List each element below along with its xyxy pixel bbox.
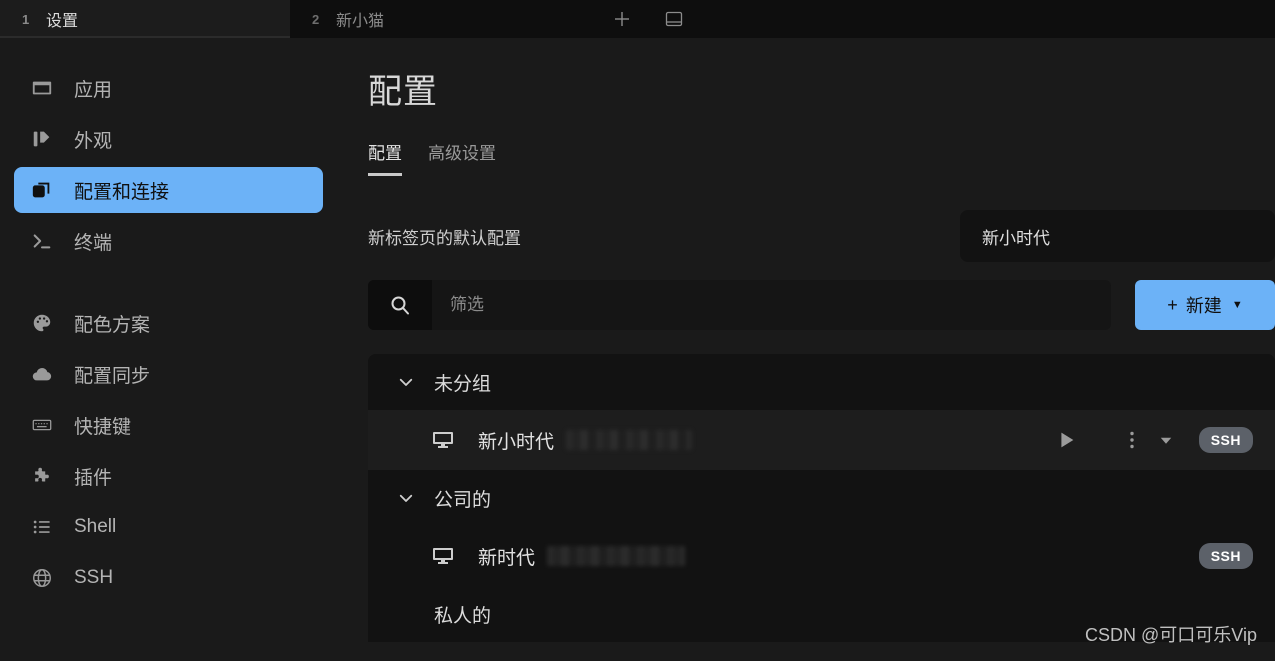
sidebar-item-config-sync[interactable]: 配置同步 xyxy=(14,351,323,397)
window-icon xyxy=(30,76,54,100)
sidebar-divider xyxy=(0,269,337,295)
sidebar-item-label: 配色方案 xyxy=(74,314,151,336)
chevron-down-icon xyxy=(396,372,416,392)
sidebar-item-label: 配置和连接 xyxy=(74,181,170,203)
sidebar-item-label: 配置同步 xyxy=(74,365,151,387)
sidebar-item-hotkeys[interactable]: 快捷键 xyxy=(14,402,323,448)
redacted-detail xyxy=(547,546,686,566)
sidebar-item-color-scheme[interactable]: 配色方案 xyxy=(14,300,323,346)
sidebar-item-terminal[interactable]: 终端 xyxy=(14,218,323,264)
profile-group-header[interactable]: 未分组 xyxy=(368,354,1275,410)
play-icon[interactable] xyxy=(1053,427,1079,453)
status-badge: SSH xyxy=(1198,427,1253,453)
page-title: 配置 xyxy=(368,73,438,111)
sidebar-item-profiles-and-connections[interactable]: 配置和连接 xyxy=(14,167,323,213)
plus-icon[interactable] xyxy=(610,7,634,31)
default-profile-label: 新标签页的默认配置 xyxy=(368,228,521,248)
default-profile-value: 新小时代 xyxy=(982,228,1050,248)
split-pane-icon[interactable] xyxy=(662,7,686,31)
redacted-detail xyxy=(566,430,693,450)
globe-icon xyxy=(30,566,54,590)
more-vertical-icon[interactable] xyxy=(1123,427,1141,453)
monitor-icon xyxy=(430,543,456,569)
plus-icon: + xyxy=(1167,294,1178,315)
sidebar-item-plugins[interactable]: 插件 xyxy=(14,453,323,499)
default-profile-row: 新标签页的默认配置 新小时代 xyxy=(368,210,1275,262)
search-field-wrapper xyxy=(368,280,1111,330)
search-row: + 新建 ▼ xyxy=(368,280,1275,330)
sidebar-item-label: 插件 xyxy=(74,467,113,489)
main-content: 配置 配置 高级设置 新标签页的默认配置 新小时代 + 新建 xyxy=(337,38,1275,661)
chevron-down-icon[interactable] xyxy=(1155,427,1177,453)
sidebar-item-application[interactable]: 应用 xyxy=(14,65,323,111)
appearance-bars-icon xyxy=(30,127,54,151)
sidebar: 应用 外观 配置和连接 终端 配色方案 配置同步 快捷键 插件 Shell SS… xyxy=(0,38,337,661)
profile-row[interactable]: 新小时代 SSH xyxy=(368,410,1275,470)
tab-terminal[interactable]: 2 新小猫 xyxy=(290,0,580,38)
new-profile-label: 新建 xyxy=(1185,296,1222,316)
sidebar-item-label: 快捷键 xyxy=(74,416,132,438)
puzzle-piece-icon xyxy=(30,464,54,488)
sidebar-item-label: Shell xyxy=(74,516,117,537)
tab-settings[interactable]: 1 设置 xyxy=(0,0,290,38)
tab-profiles[interactable]: 配置 xyxy=(368,139,402,176)
tab-label: 设置 xyxy=(46,13,79,30)
monitor-icon xyxy=(430,427,456,453)
profile-group-name: 私人的 xyxy=(434,605,492,627)
chevron-down-icon[interactable]: ▼ xyxy=(1232,299,1243,311)
terminal-prompt-icon xyxy=(30,229,54,253)
sidebar-item-label: 终端 xyxy=(74,232,113,254)
default-profile-select[interactable]: 新小时代 xyxy=(960,210,1275,262)
content-tabs: 配置 高级设置 xyxy=(368,139,1275,176)
tab-bar-actions xyxy=(580,0,1275,38)
sidebar-item-appearance[interactable]: 外观 xyxy=(14,116,323,162)
sidebar-item-label: 外观 xyxy=(74,130,113,152)
cloud-icon xyxy=(30,362,54,386)
sidebar-item-ssh[interactable]: SSH xyxy=(14,555,323,601)
sidebar-item-label: SSH xyxy=(74,567,114,588)
profile-name: 新小时代 xyxy=(478,431,555,453)
search-input[interactable] xyxy=(432,280,1111,330)
list-icon xyxy=(30,515,54,539)
profile-group-name: 未分组 xyxy=(434,373,492,395)
tab-bar: 1 设置 2 新小猫 xyxy=(0,0,1275,38)
tab-advanced-settings[interactable]: 高级设置 xyxy=(428,139,496,176)
keyboard-icon xyxy=(30,413,54,437)
sidebar-item-label: 应用 xyxy=(74,79,113,101)
profile-name: 新时代 xyxy=(478,547,536,569)
status-badge: SSH xyxy=(1198,543,1253,569)
new-profile-button[interactable]: + 新建 ▼ xyxy=(1135,280,1275,330)
profiles-list: 未分组 新小时代 SSH 公司的 新时代 SSH 私人的 xyxy=(368,354,1275,642)
profile-group-header[interactable]: 私人的 xyxy=(368,586,1275,642)
tab-index: 2 xyxy=(312,11,320,27)
chevron-down-icon xyxy=(396,488,416,508)
profiles-icon xyxy=(30,178,54,202)
tab-label: 新小猫 xyxy=(336,13,385,30)
profile-group-name: 公司的 xyxy=(434,489,492,511)
profile-group-header[interactable]: 公司的 xyxy=(368,470,1275,526)
tab-index: 1 xyxy=(22,11,30,27)
profile-row[interactable]: 新时代 SSH xyxy=(368,526,1275,586)
sidebar-item-shell[interactable]: Shell xyxy=(14,504,323,550)
search-icon[interactable] xyxy=(368,280,432,330)
app-window: 1 设置 2 新小猫 应用 外观 配置和连接 终端 配色方案 配置同步 快捷键 … xyxy=(0,0,1275,661)
palette-icon xyxy=(30,311,54,335)
